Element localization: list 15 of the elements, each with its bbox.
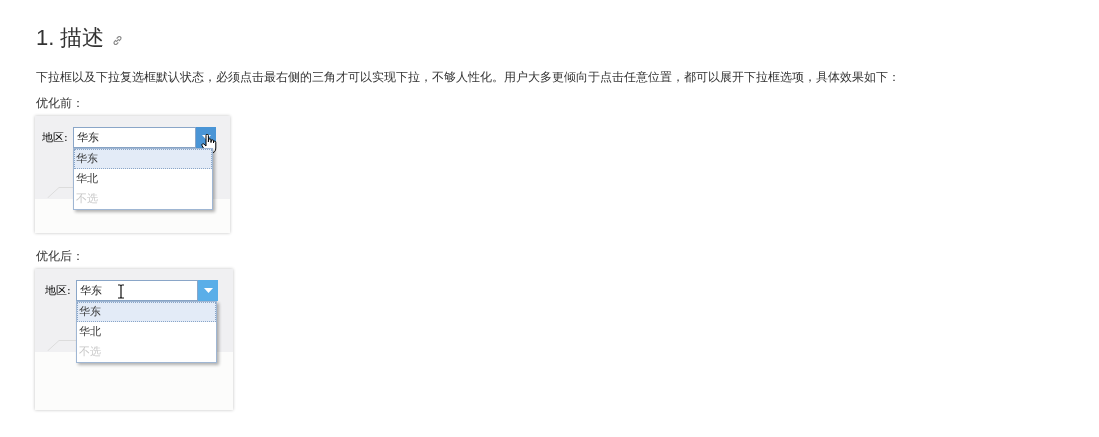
- dropdown-arrow-button[interactable]: [198, 280, 218, 301]
- region-dropdown-field[interactable]: 华东: [73, 127, 196, 148]
- caret-icon: [203, 287, 213, 294]
- section-heading: 1. 描述: [36, 24, 105, 52]
- dropdown-option[interactable]: 华北: [77, 322, 216, 342]
- caption-text: 优化后：: [36, 248, 85, 265]
- dropdown-option[interactable]: 华东: [74, 149, 212, 169]
- region-dropdown-field[interactable]: 华东: [76, 280, 198, 301]
- field-label: 地区:: [42, 130, 69, 145]
- description-text: 下拉框以及下拉复选框默认状态，必须点击最右侧的三角才可以实现下拉，不够人性化。用户大多更倾向于点击任意位置，都可以展开下拉框选项，具体效果如下：: [36, 69, 901, 86]
- field-label: 地区:: [45, 283, 72, 298]
- dropdown-option[interactable]: 华东: [77, 302, 216, 322]
- dropdown-option[interactable]: 华北: [74, 169, 212, 189]
- link-icon[interactable]: [112, 34, 124, 46]
- caption-text: 优化前：: [36, 95, 85, 112]
